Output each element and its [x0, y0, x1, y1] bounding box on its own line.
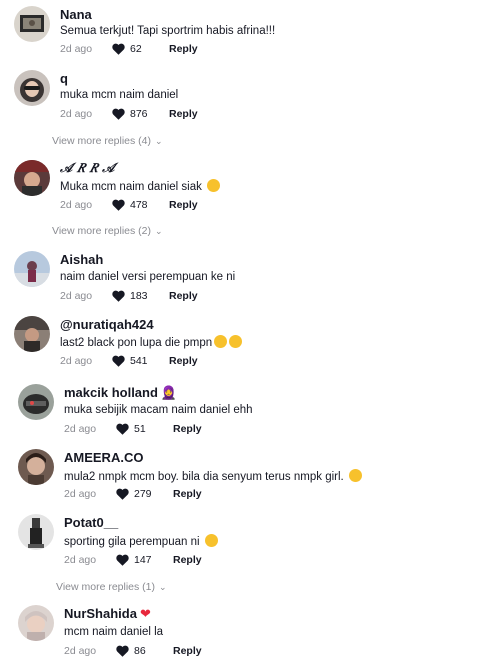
comment-text: Muka mcm naim daniel siak [60, 179, 221, 193]
username[interactable]: 𝒜 𝑅 𝑅 𝒜 [60, 161, 114, 176]
chevron-down-icon: ⌄ [155, 225, 163, 236]
reply-button[interactable]: Reply [169, 290, 198, 302]
comment-meta: 2d ago 541 Reply [60, 355, 198, 367]
laughing-emoji-icon [348, 469, 362, 482]
avatar[interactable] [14, 160, 50, 196]
view-more-replies[interactable]: View more replies (2) ⌄ [52, 225, 163, 237]
username-label: NurShahida [64, 606, 137, 621]
like-count: 183 [130, 290, 148, 302]
username[interactable]: @nuratiqah424 [60, 317, 154, 332]
comment-text: mcm naim daniel la [64, 626, 164, 638]
like-count: 279 [134, 488, 152, 500]
view-more-replies[interactable]: View more replies (1) ⌄ [56, 581, 167, 593]
username-label: makcik holland [64, 385, 158, 400]
like-count: 51 [134, 423, 146, 435]
avatar[interactable] [14, 70, 50, 106]
like-count: 478 [130, 199, 148, 211]
comment-text-content: last2 black pon lupa die pmpn [60, 337, 213, 349]
comment-text: sporting gila perempuan ni [64, 534, 218, 548]
heart-icon[interactable] [112, 43, 125, 55]
reply-button[interactable]: Reply [173, 554, 202, 566]
username[interactable]: Nana [60, 7, 92, 22]
reply-button[interactable]: Reply [169, 108, 198, 120]
comment-meta: 2d ago 62 Reply [60, 43, 198, 55]
comment-text: last2 black pon lupa die pmpn [60, 335, 243, 349]
username[interactable]: makcik holland 🧕 [64, 385, 177, 401]
comment-text-content: mula2 nmpk mcm boy. bila dia senyum teru… [64, 471, 344, 483]
laughing-emoji-icon [207, 179, 221, 192]
username[interactable]: AMEERA.CO [64, 450, 143, 465]
comment-meta: 2d ago 86 Reply [64, 645, 202, 657]
avatar[interactable] [18, 449, 54, 485]
comment-text: Semua terkjut! Tapi sportrim habis afrin… [60, 25, 276, 37]
like-count: 86 [134, 645, 146, 657]
username[interactable]: q [60, 71, 68, 86]
comment-meta: 2d ago 51 Reply [64, 423, 202, 435]
heart-icon[interactable] [112, 355, 125, 367]
avatar[interactable] [18, 514, 54, 550]
laughing-emoji-icon [214, 335, 228, 348]
avatar[interactable] [14, 6, 50, 42]
heart-icon[interactable] [116, 554, 129, 566]
comment-meta: 2d ago 183 Reply [60, 290, 198, 302]
like-count: 876 [130, 108, 148, 120]
username[interactable]: Potat0__ [64, 515, 118, 530]
avatar[interactable] [18, 384, 54, 420]
comment-text-content: Muka mcm naim daniel siak [60, 181, 202, 193]
reply-button[interactable]: Reply [169, 199, 198, 211]
comment-text: muka mcm naim daniel [60, 89, 179, 101]
woman-with-headscarf-emoji-icon: 🧕 [160, 385, 178, 400]
comment-text: muka sebijik macam naim daniel ehh [64, 404, 253, 416]
comment-date: 2d ago [60, 355, 93, 367]
comment-date: 2d ago [60, 43, 93, 55]
comment-date: 2d ago [64, 488, 97, 500]
comment-date: 2d ago [60, 108, 93, 120]
avatar[interactable] [14, 251, 50, 287]
comment-date: 2d ago [64, 554, 97, 566]
view-more-replies-label: View more replies (1) [56, 581, 156, 593]
comment-date: 2d ago [60, 199, 93, 211]
comment-date: 2d ago [64, 645, 97, 657]
red-heart-emoji-icon: ❤ [139, 606, 151, 621]
comment-text: naim daniel versi perempuan ke ni [60, 271, 236, 283]
like-count: 541 [130, 355, 148, 367]
like-count: 147 [134, 554, 152, 566]
comment-meta: 2d ago 876 Reply [60, 108, 198, 120]
comment-meta: 2d ago 147 Reply [64, 554, 202, 566]
reply-button[interactable]: Reply [173, 645, 202, 657]
view-more-replies-label: View more replies (2) [52, 225, 152, 237]
heart-icon[interactable] [112, 290, 125, 302]
laughing-emoji-icon [229, 335, 243, 348]
heart-icon[interactable] [116, 488, 129, 500]
comment-meta: 2d ago 279 Reply [64, 488, 202, 500]
chevron-down-icon: ⌄ [155, 135, 163, 146]
comment-text-content: sporting gila perempuan ni [64, 536, 200, 548]
avatar[interactable] [14, 316, 50, 352]
heart-icon[interactable] [112, 108, 125, 120]
like-count: 62 [130, 43, 142, 55]
comment-date: 2d ago [60, 290, 93, 302]
chevron-down-icon: ⌄ [159, 581, 167, 592]
avatar[interactable] [18, 605, 54, 641]
heart-icon[interactable] [112, 199, 125, 211]
comment-date: 2d ago [64, 423, 97, 435]
username[interactable]: Aishah [60, 252, 103, 267]
heart-icon[interactable] [116, 645, 129, 657]
reply-button[interactable]: Reply [173, 488, 202, 500]
view-more-replies[interactable]: View more replies (4) ⌄ [52, 135, 163, 147]
heart-icon[interactable] [116, 423, 129, 435]
comment-text: mula2 nmpk mcm boy. bila dia senyum teru… [64, 469, 362, 483]
reply-button[interactable]: Reply [169, 43, 198, 55]
reply-button[interactable]: Reply [173, 423, 202, 435]
username[interactable]: NurShahida ❤ [64, 606, 151, 622]
reply-button[interactable]: Reply [169, 355, 198, 367]
comment-meta: 2d ago 478 Reply [60, 199, 198, 211]
view-more-replies-label: View more replies (4) [52, 135, 152, 147]
laughing-emoji-icon [204, 534, 218, 547]
